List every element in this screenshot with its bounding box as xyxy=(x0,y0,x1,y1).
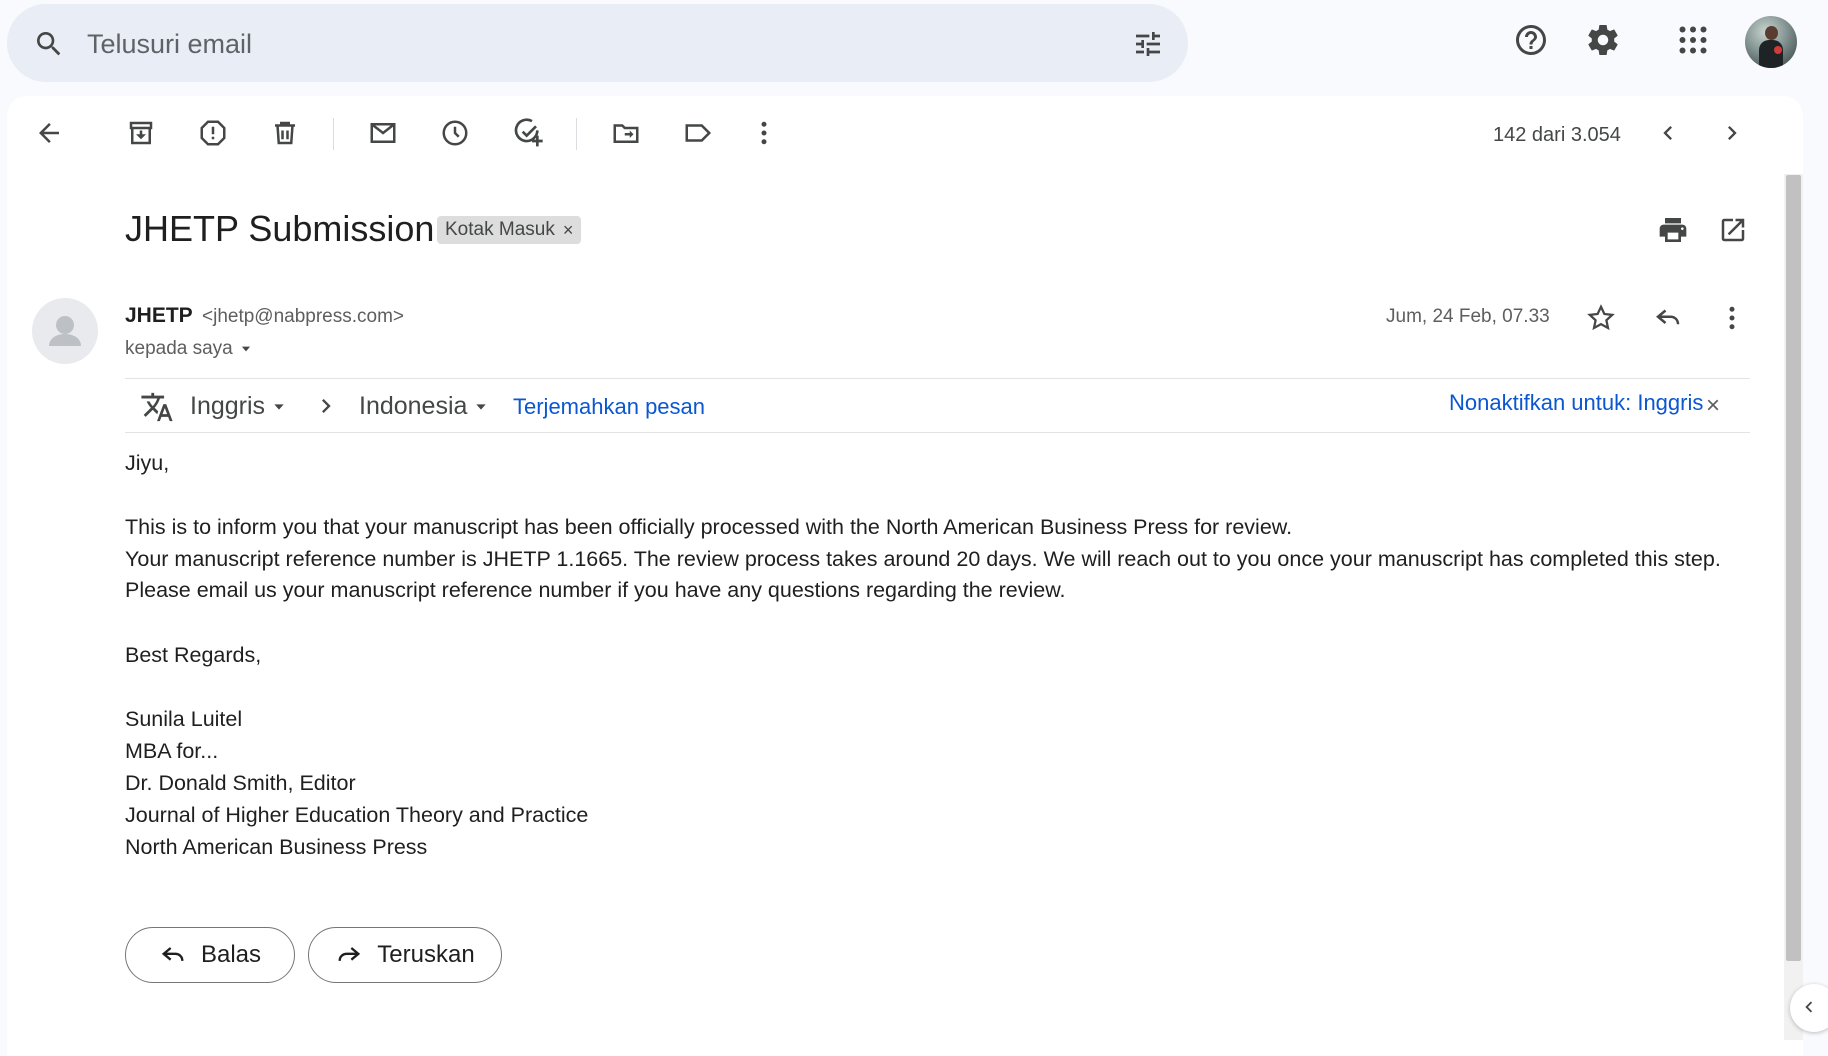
close-translate-bar-icon[interactable]: × xyxy=(1706,392,1720,420)
search-icon[interactable] xyxy=(33,28,65,60)
target-language-select[interactable]: Indonesia xyxy=(359,392,489,421)
account-avatar[interactable] xyxy=(1745,16,1797,68)
translate-bar-top-border xyxy=(125,378,1750,379)
delete-trash-icon[interactable] xyxy=(268,116,302,150)
toolbar-divider xyxy=(576,118,577,150)
reply-icon xyxy=(159,941,187,969)
help-icon[interactable] xyxy=(1513,22,1549,58)
translate-icon xyxy=(139,389,175,425)
settings-gear-icon[interactable] xyxy=(1585,22,1621,58)
body-paragraph-line: This is to inform you that your manuscri… xyxy=(125,515,1293,539)
target-language-value: Indonesia xyxy=(359,392,468,420)
more-vert-icon[interactable] xyxy=(747,116,781,150)
source-language-select[interactable]: Inggris xyxy=(190,392,287,421)
open-in-new-window-icon[interactable] xyxy=(1715,212,1751,248)
report-spam-icon[interactable] xyxy=(196,116,230,150)
email-subject: JHETP Submission xyxy=(125,208,435,249)
chevron-right-icon xyxy=(312,392,340,420)
sender-avatar xyxy=(32,298,98,364)
body-paragraph-line: Please email us your manuscript referenc… xyxy=(125,578,1066,602)
chevron-left-icon[interactable] xyxy=(1651,116,1685,150)
signature-line: Dr. Donald Smith, Editor xyxy=(125,771,356,795)
reply-button[interactable]: Balas xyxy=(125,927,295,983)
search-options-icon[interactable] xyxy=(1131,28,1165,60)
signature-line: Journal of Higher Education Theory and P… xyxy=(125,803,589,827)
recipient-label: kepada saya xyxy=(125,338,233,359)
body-paragraph-line: Your manuscript reference number is JHET… xyxy=(125,547,1721,571)
label-tag-icon[interactable] xyxy=(681,116,715,150)
scrollbar-thumb[interactable] xyxy=(1786,175,1801,961)
add-to-tasks-icon[interactable] xyxy=(511,116,545,150)
email-date: Jum, 24 Feb, 07.33 xyxy=(1386,306,1550,327)
dropdown-arrow-icon xyxy=(473,399,489,415)
archive-icon[interactable] xyxy=(124,116,158,150)
mark-unread-icon[interactable] xyxy=(366,116,400,150)
chevron-right-icon[interactable] xyxy=(1715,116,1749,150)
forward-button[interactable]: Teruskan xyxy=(308,927,502,983)
translate-bar-bottom-border xyxy=(125,432,1750,433)
signature-line: North American Business Press xyxy=(125,835,428,859)
star-icon[interactable] xyxy=(1583,300,1619,336)
forward-label: Teruskan xyxy=(377,941,475,968)
print-icon[interactable] xyxy=(1655,212,1691,248)
message-counter: 142 dari 3.054 xyxy=(1493,124,1621,146)
reply-icon[interactable] xyxy=(1650,300,1686,336)
toolbar-divider xyxy=(333,118,334,150)
dropdown-arrow-icon xyxy=(271,399,287,415)
forward-icon xyxy=(335,941,363,969)
reply-label: Balas xyxy=(200,941,262,968)
label-text: Kotak Masuk xyxy=(445,219,555,240)
body-greeting: Jiyu, xyxy=(125,451,170,475)
recipient-details[interactable]: kepada saya xyxy=(125,338,253,360)
sender-email: <jhetp@nabpress.com> xyxy=(202,306,405,327)
source-language-value: Inggris xyxy=(190,392,266,420)
apps-grid-icon[interactable] xyxy=(1675,22,1711,58)
translate-message-link[interactable]: Terjemahkan pesan xyxy=(513,394,705,420)
signature-line: Sunila Luitel xyxy=(125,707,243,731)
inbox-label-chip[interactable]: Kotak Masuk × xyxy=(437,216,582,244)
back-arrow-icon[interactable] xyxy=(32,116,66,150)
disable-translation-link[interactable]: Nonaktifkan untuk: Inggris xyxy=(1449,390,1703,416)
signature-line: MBA for... xyxy=(125,739,219,763)
sender-name[interactable]: JHETP xyxy=(125,304,193,328)
dropdown-arrow-icon[interactable] xyxy=(239,342,253,356)
search-input[interactable] xyxy=(85,22,1069,66)
remove-label-icon[interactable]: × xyxy=(563,220,574,241)
search-bar[interactable] xyxy=(7,4,1188,82)
snooze-clock-icon[interactable] xyxy=(438,116,472,150)
body-closing: Best Regards, xyxy=(125,643,262,667)
move-to-folder-icon[interactable] xyxy=(609,116,643,150)
message-more-vert-icon[interactable] xyxy=(1714,300,1750,336)
chevron-left-icon xyxy=(1798,996,1820,1018)
